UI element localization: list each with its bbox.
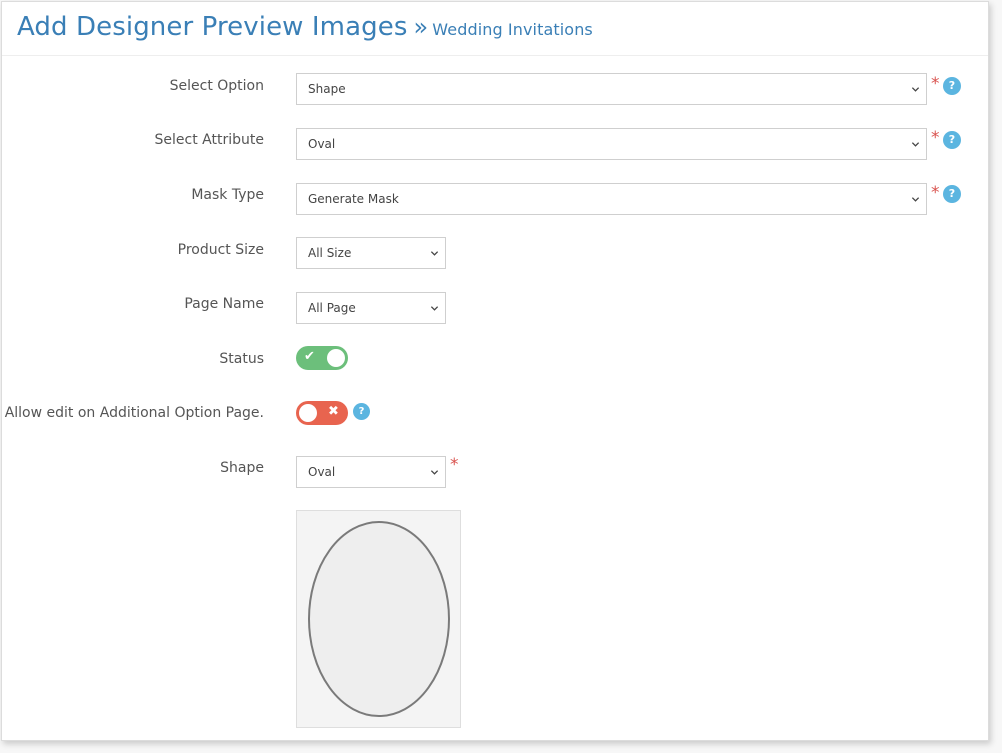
select-option-dropdown[interactable]: Shape (296, 73, 927, 105)
allow-edit-label: Allow edit on Additional Option Page. (4, 405, 264, 421)
toggle-knob (299, 404, 317, 422)
select-option-label: Select Option (169, 78, 264, 94)
page-name-dropdown[interactable]: All Page (296, 292, 446, 324)
page-name-label: Page Name (184, 296, 264, 312)
chevron-down-icon (430, 306, 439, 311)
help-icon[interactable]: ? (943, 77, 961, 95)
select-attribute-dropdown[interactable]: Oval (296, 128, 927, 160)
shape-dropdown[interactable]: Oval (296, 456, 446, 488)
form-panel: Add Designer Preview Images» Wedding Invi… (1, 1, 989, 741)
select-option-value: Shape (308, 82, 346, 96)
page-name-value: All Page (308, 301, 356, 315)
mask-type-dropdown[interactable]: Generate Mask (296, 183, 927, 215)
page-title: Add Designer Preview Images» Wedding Invi… (17, 12, 593, 42)
product-size-label: Product Size (177, 242, 264, 258)
help-icon[interactable]: ? (353, 403, 370, 420)
close-icon: ✖ (328, 404, 339, 419)
chevron-down-icon (911, 142, 920, 147)
status-toggle[interactable]: ✔ (296, 346, 348, 370)
mask-type-value: Generate Mask (308, 192, 399, 206)
page-title-text: Add Designer Preview Images (17, 12, 408, 42)
mask-type-label: Mask Type (191, 187, 264, 203)
chevron-down-icon (911, 197, 920, 202)
product-size-dropdown[interactable]: All Size (296, 237, 446, 269)
chevron-down-icon (430, 470, 439, 475)
select-attribute-value: Oval (308, 137, 336, 151)
check-icon: ✔ (304, 349, 315, 364)
required-marker: * (931, 183, 940, 203)
status-label: Status (219, 351, 264, 367)
breadcrumb-category[interactable]: Wedding Invitations (432, 20, 593, 39)
required-marker: * (931, 74, 940, 94)
product-size-value: All Size (308, 246, 352, 260)
oval-shape-preview (308, 521, 450, 717)
required-marker: * (450, 455, 459, 475)
toggle-knob (327, 349, 345, 367)
chevron-down-icon (430, 251, 439, 256)
help-icon[interactable]: ? (943, 185, 961, 203)
select-attribute-label: Select Attribute (154, 132, 264, 148)
required-marker: * (931, 128, 940, 148)
shape-label: Shape (220, 460, 264, 476)
shape-preview (296, 510, 461, 728)
allow-edit-toggle[interactable]: ✖ (296, 401, 348, 425)
page-header: Add Designer Preview Images» Wedding Invi… (2, 2, 988, 56)
shape-value: Oval (308, 465, 336, 479)
breadcrumb-separator: » (413, 13, 429, 41)
help-icon[interactable]: ? (943, 131, 961, 149)
chevron-down-icon (911, 87, 920, 92)
